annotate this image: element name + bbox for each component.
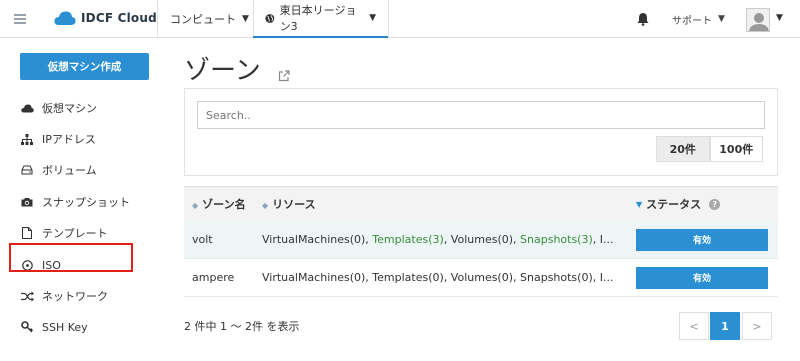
top-bar: IDCF Cloud コンピュート ▼ 東日本リージョン3 ▼ サポート ▼ ▼ xyxy=(0,0,800,38)
chevron-down-icon: ▼ xyxy=(242,14,249,24)
external-link-icon[interactable] xyxy=(278,70,290,82)
page-title: ゾーン xyxy=(184,56,261,86)
avatar[interactable] xyxy=(746,8,770,32)
chevron-down-icon: ▼ xyxy=(369,13,376,23)
status-badge: 有効 xyxy=(636,266,768,289)
shuffle-icon xyxy=(20,289,34,303)
page-1-button[interactable]: 1 xyxy=(710,312,740,340)
compute-menu-label: コンピュート xyxy=(170,13,236,26)
search-input[interactable] xyxy=(197,101,765,129)
page-size-toggle: 20件 100件 xyxy=(656,136,763,162)
cloud-logo-icon xyxy=(54,11,76,25)
hdd-icon xyxy=(20,163,34,177)
chevron-down-icon[interactable]: ▼ xyxy=(776,13,783,23)
file-icon xyxy=(20,226,34,240)
zone-name: ampere xyxy=(192,271,235,284)
sidebar-item-label: テンプレート xyxy=(42,227,108,240)
table-header: ◆ ゾーン名 ◆ リソース ▼ ステータス? xyxy=(184,186,778,221)
cloud-icon xyxy=(20,101,34,115)
divider xyxy=(388,0,389,38)
zone-name: volt xyxy=(192,233,213,246)
sidebar-item-template[interactable]: テンプレート xyxy=(20,223,108,243)
sitemap-icon xyxy=(20,132,34,146)
sidebar-item-vm[interactable]: 仮想マシン xyxy=(20,98,97,118)
chevron-down-icon: ▼ xyxy=(718,14,725,24)
page-size-20-button[interactable]: 20件 xyxy=(656,136,710,162)
column-header-status[interactable]: ▼ ステータス? xyxy=(630,196,778,212)
region-menu-label: 東日本リージョン3 xyxy=(279,4,357,33)
bell-icon[interactable] xyxy=(637,12,649,26)
zone-table: ◆ ゾーン名 ◆ リソース ▼ ステータス? volt VirtualMachines… xyxy=(184,186,778,297)
sidebar-item-label: スナップショット xyxy=(42,196,130,209)
sidebar-item-label: ネットワーク xyxy=(42,290,108,303)
prev-page-button[interactable]: < xyxy=(679,312,709,340)
help-icon[interactable]: ? xyxy=(709,198,721,210)
status-badge: 有効 xyxy=(636,228,768,251)
brand-name: IDCF Cloud xyxy=(81,11,157,25)
sidebar-item-label: 仮想マシン xyxy=(42,102,97,115)
logo[interactable]: IDCF Cloud xyxy=(54,10,157,26)
table-row[interactable]: ampere VirtualMachines(0), Templates(0),… xyxy=(184,259,778,297)
page-size-100-button[interactable]: 100件 xyxy=(709,136,763,162)
sidebar-item-label: ボリューム xyxy=(42,164,97,177)
sidebar-item-network[interactable]: ネットワーク xyxy=(20,286,108,306)
column-header-zone[interactable]: ◆ ゾーン名 xyxy=(184,196,254,212)
templates-link[interactable]: Templates(3) xyxy=(372,233,444,246)
highlight-box xyxy=(9,243,133,272)
sidebar-item-label: SSH Key xyxy=(42,320,88,334)
resource-list: VirtualMachines(0), Templates(3), Volume… xyxy=(262,233,614,246)
user-icon xyxy=(749,13,769,31)
hamburger-menu-icon[interactable] xyxy=(14,14,26,24)
region-menu[interactable]: 東日本リージョン3 ▼ xyxy=(253,0,388,38)
key-icon xyxy=(20,320,34,334)
snapshots-link[interactable]: Snapshots(3) xyxy=(520,233,593,246)
sort-down-icon: ▼ xyxy=(636,199,643,209)
support-menu-label: サポート xyxy=(672,15,712,27)
sidebar-item-ssh-key[interactable]: SSH Key xyxy=(20,317,88,337)
resource-list: VirtualMachines(0), Templates(0), Volume… xyxy=(262,271,614,284)
sort-icon: ◆ xyxy=(262,201,269,210)
table-row[interactable]: volt VirtualMachines(0), Templates(3), V… xyxy=(184,221,778,259)
sidebar-item-ip[interactable]: IPアドレス xyxy=(20,129,96,149)
column-header-resource[interactable]: ◆ リソース xyxy=(254,196,630,212)
camera-icon xyxy=(20,195,34,209)
sort-icon: ◆ xyxy=(192,201,199,210)
support-menu[interactable]: サポート ▼ xyxy=(672,0,725,38)
sidebar-item-label: IPアドレス xyxy=(42,133,96,146)
sidebar-item-snapshot[interactable]: スナップショット xyxy=(20,192,130,212)
divider xyxy=(157,0,158,38)
globe-icon xyxy=(265,13,275,23)
create-vm-button[interactable]: 仮想マシン作成 xyxy=(20,53,149,80)
filter-panel: 20件 100件 xyxy=(184,88,778,176)
compute-menu[interactable]: コンピュート ▼ xyxy=(170,0,249,38)
sidebar-item-volume[interactable]: ボリューム xyxy=(20,160,97,180)
next-page-button[interactable]: > xyxy=(742,312,772,340)
result-count: 2 件中 1 ～ 2件 を表示 xyxy=(184,320,300,333)
